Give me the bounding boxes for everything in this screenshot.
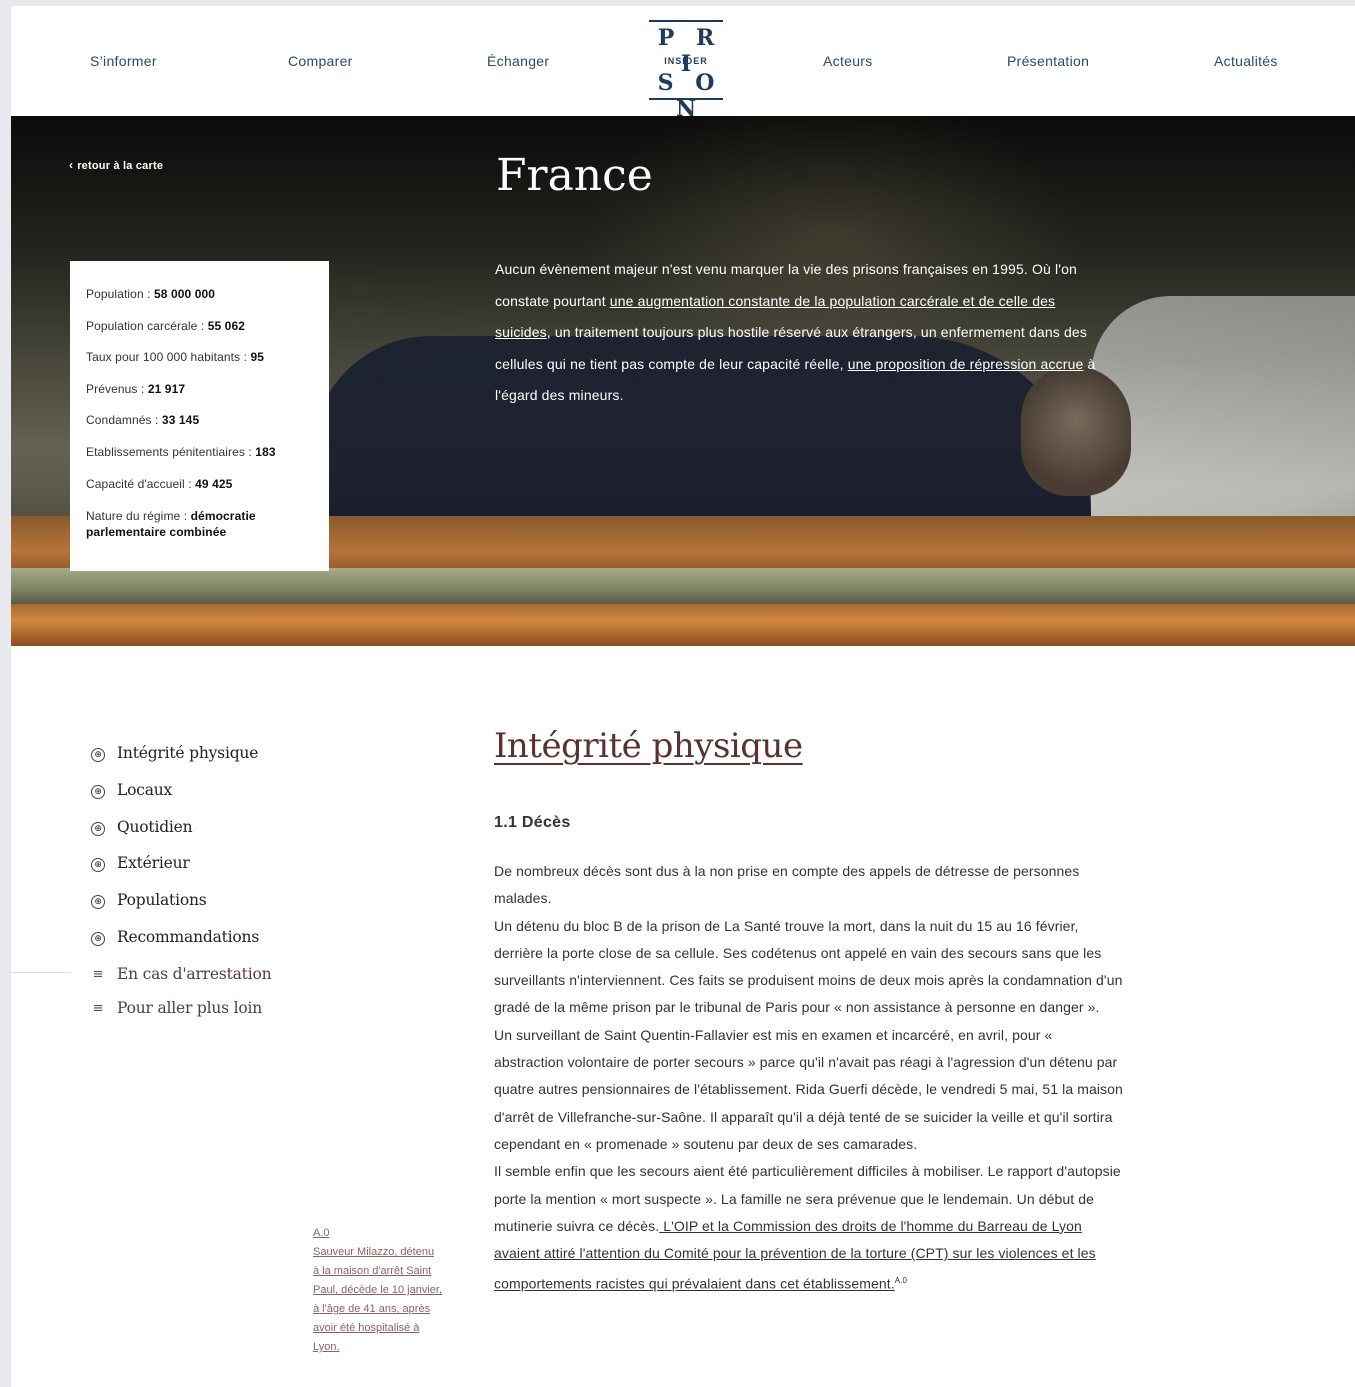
back-to-map-link[interactable]: ‹ retour à la carte	[69, 158, 163, 172]
sidebar-item-recommandations[interactable]: ⊕ Recommandations	[91, 928, 259, 946]
stat-prison-population: Population carcérale : 55 062	[86, 318, 246, 333]
country-intro: Aucun évènement majeur n'est venu marque…	[495, 254, 1107, 412]
footnote-ref[interactable]: A.0	[895, 1276, 907, 1285]
sidebar-item-plus-loin[interactable]: ≡ Pour aller plus loin	[91, 999, 263, 1017]
plus-circle-icon: ⊕	[91, 785, 105, 799]
nav-link-sinformer[interactable]: S’informer	[90, 53, 157, 69]
sidebar-item-quotidien[interactable]: ⊕ Quotidien	[91, 818, 193, 836]
sidebar-item-exterieur[interactable]: ⊕ Extérieur	[91, 854, 190, 872]
nav-link-acteurs[interactable]: Acteurs	[823, 53, 873, 69]
logo-text-bottom: S O N	[657, 70, 722, 122]
nav-link-presentation[interactable]: Présentation	[1007, 53, 1089, 69]
article-body: De nombreux décès sont dus à la non pris…	[494, 858, 1124, 1298]
sidebar-active-line	[11, 972, 71, 973]
nav-link-comparer[interactable]: Comparer	[288, 53, 353, 69]
stat-rate: Taux pour 100 000 habitants : 95	[86, 350, 265, 365]
plus-circle-icon: ⊕	[91, 858, 105, 872]
stat-population: Population : 58 000 000	[86, 287, 216, 301]
sidebar-item-populations[interactable]: ⊕ Populations	[91, 891, 207, 909]
plus-circle-icon: ⊕	[91, 932, 105, 946]
logo-rule-top	[649, 20, 723, 22]
sidebar-item-locaux[interactable]: ⊕ Locaux	[91, 781, 172, 799]
page: S’informer Comparer Échanger P R I INSID…	[11, 6, 1355, 1387]
stat-facilities: Etablissements pénitentiaires : 183	[86, 444, 276, 459]
paragraph-3: Un surveillant de Saint Quentin-Fallavie…	[494, 1026, 1123, 1152]
back-to-map-label: retour à la carte	[77, 160, 164, 172]
country-title: France	[496, 150, 653, 201]
side-note-text: Sauveur Milazzo, détenu à la maison d'ar…	[313, 1246, 443, 1353]
section-title: Intégrité physique	[494, 726, 803, 766]
plus-circle-icon: ⊕	[91, 895, 105, 909]
side-note-number: A.0	[313, 1227, 330, 1239]
paragraph-1: De nombreux décès sont dus à la non pris…	[494, 863, 1080, 907]
paragraph-4: Il semble enfin que les secours aient ét…	[494, 1163, 1121, 1293]
intro-link-repression[interactable]: une proposition de répression accrue	[848, 356, 1084, 372]
chevron-left-icon: ‹	[69, 158, 74, 172]
nav-link-actualites[interactable]: Actualités	[1214, 53, 1278, 69]
top-navigation: S’informer Comparer Échanger P R I INSID…	[11, 6, 1355, 122]
subsection-heading: 1.1 Décès	[494, 814, 571, 831]
side-note: A.0 Sauveur Milazzo, détenu à la maison …	[313, 1224, 443, 1357]
logo-rule-bottom	[649, 98, 723, 100]
plus-circle-icon: ⊕	[91, 748, 105, 762]
paragraph-2: Un détenu du bloc B de la prison de La S…	[494, 917, 1123, 1016]
stat-convicted: Condamnés : 33 145	[86, 413, 200, 428]
hero-banner: ‹ retour à la carte France Aucun évènemen…	[11, 116, 1355, 646]
country-stats-card: Population : 58 000 000 Population carcé…	[70, 261, 329, 571]
sidebar-item-arrestation[interactable]: ≡ En cas d'arrestation	[91, 965, 272, 983]
plus-circle-icon: ⊕	[91, 822, 105, 836]
logo-text-middle: INSIDER	[664, 56, 708, 66]
stat-regime: Nature du régime : démocratie parlementa…	[86, 509, 256, 540]
stat-pretrial: Prévenus : 21 917	[86, 381, 186, 396]
stat-capacity: Capacité d'accueil : 49 425	[86, 476, 233, 491]
sidebar-item-integrite[interactable]: ⊕ Intégrité physique	[91, 744, 258, 762]
list-icon: ≡	[92, 1001, 104, 1016]
list-icon: ≡	[92, 967, 104, 982]
nav-link-echanger[interactable]: Échanger	[487, 53, 549, 69]
prison-insider-logo[interactable]: P R I INSIDER S O N	[648, 20, 724, 122]
